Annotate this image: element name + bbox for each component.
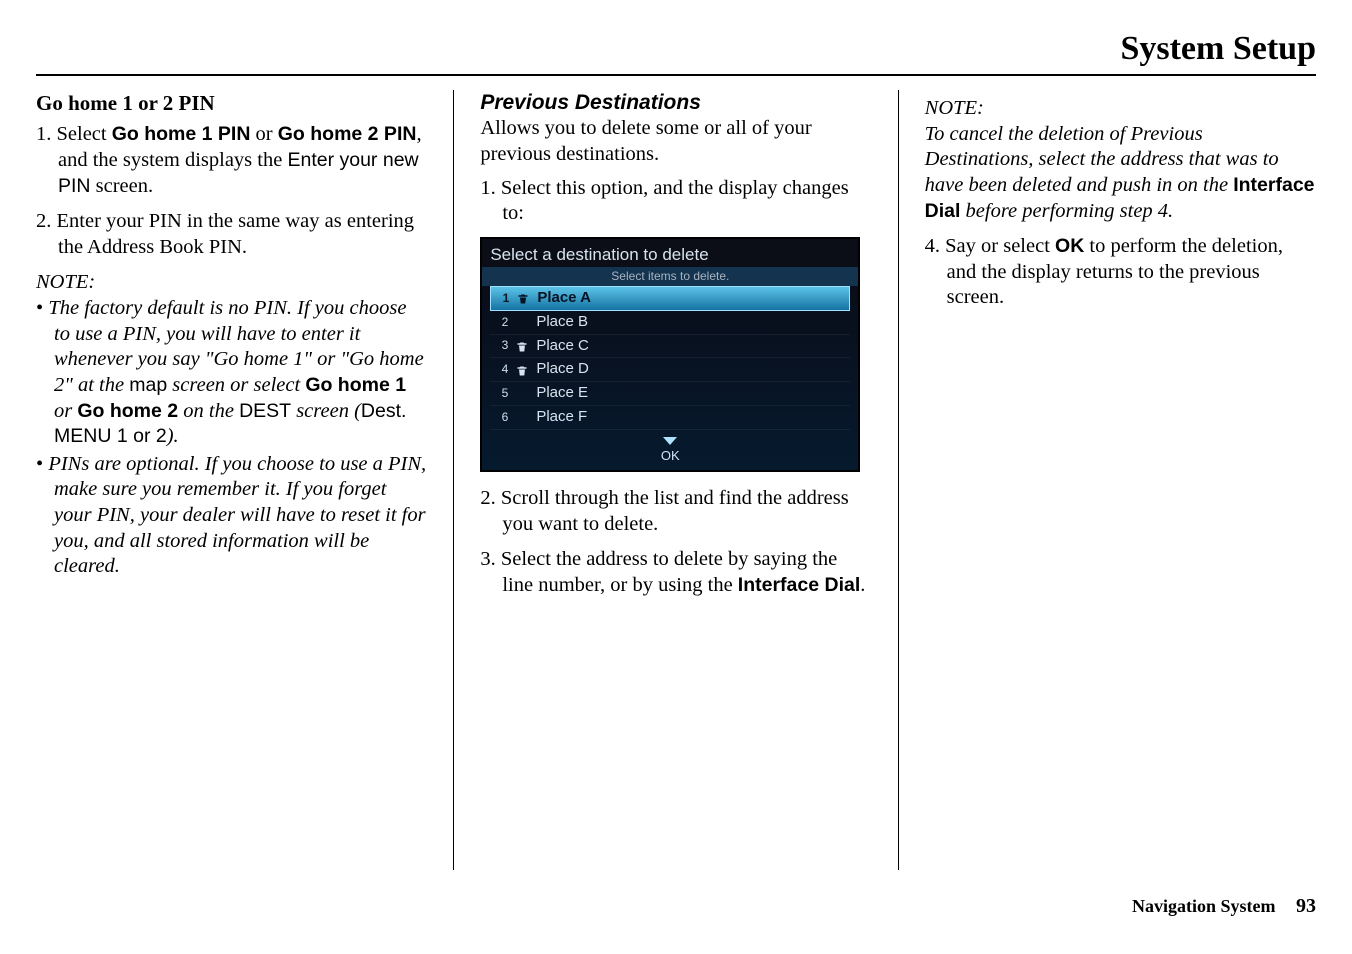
col3-steps: Say or select OK to perform the deletion… bbox=[925, 234, 1316, 311]
note-heading: NOTE: bbox=[925, 96, 1316, 122]
col1-step-1: Select Go home 1 PIN or Go home 2 PIN, a… bbox=[36, 122, 427, 199]
trash-icon bbox=[516, 387, 528, 399]
row-label: Place F bbox=[536, 408, 587, 427]
col1-steps: Select Go home 1 PIN or Go home 2 PIN, a… bbox=[36, 122, 427, 260]
bold: Go home 2 PIN bbox=[278, 123, 417, 145]
bold: Interface Dial bbox=[738, 574, 860, 596]
down-arrow-icon bbox=[663, 437, 677, 445]
column-separator bbox=[453, 90, 454, 870]
text: or bbox=[250, 123, 277, 145]
row-label: Place B bbox=[536, 313, 588, 332]
bold: OK bbox=[1055, 235, 1084, 257]
row-number: 5 bbox=[496, 386, 508, 401]
col1-heading: Go home 1 or 2 PIN bbox=[36, 90, 427, 116]
bold: Go home 1 bbox=[305, 374, 406, 396]
row-number: 3 bbox=[496, 338, 508, 353]
screen-subtitle: Select items to delete. bbox=[482, 267, 858, 286]
col2-heading: Previous Destinations bbox=[480, 90, 871, 116]
column-2: Previous Destinations Allows you to dele… bbox=[458, 90, 893, 870]
text: ). bbox=[167, 425, 179, 447]
trash-icon bbox=[516, 411, 528, 423]
screen-list: 1 Place A 2 Place B 3 Place C 4 Place D 5 Place E… bbox=[482, 286, 858, 430]
col2-step-1: Select this option, and the display chan… bbox=[480, 176, 871, 227]
col1-step-2: Enter your PIN in the same way as enteri… bbox=[36, 209, 427, 260]
trash-icon bbox=[516, 364, 528, 376]
row-number: 1 bbox=[497, 291, 509, 306]
text: screen ( bbox=[291, 400, 361, 422]
column-3: NOTE: To cancel the deletion of Previous… bbox=[903, 90, 1316, 870]
content-columns: Go home 1 or 2 PIN Select Go home 1 PIN … bbox=[36, 90, 1316, 870]
page-title: System Setup bbox=[36, 30, 1316, 76]
row-label: Place A bbox=[537, 289, 591, 308]
text: Say or select bbox=[945, 235, 1055, 257]
text: before performing step 4. bbox=[960, 200, 1173, 222]
column-separator bbox=[898, 90, 899, 870]
text: screen or select bbox=[167, 374, 305, 396]
screen-row: 3 Place C bbox=[490, 335, 850, 359]
col2-step-3: Select the address to delete by saying t… bbox=[480, 547, 871, 598]
col2-step-2: Scroll through the list and find the add… bbox=[480, 486, 871, 537]
trash-icon bbox=[516, 316, 528, 328]
col2-steps-bottom: Scroll through the list and find the add… bbox=[480, 486, 871, 599]
column-1: Go home 1 or 2 PIN Select Go home 1 PIN … bbox=[36, 90, 449, 870]
embedded-screen: Select a destination to delete Select it… bbox=[480, 237, 860, 472]
row-number: 2 bbox=[496, 315, 508, 330]
row-number: 6 bbox=[496, 410, 508, 425]
screen-footer: OK bbox=[482, 430, 858, 471]
page-number: 93 bbox=[1296, 895, 1316, 917]
text: or bbox=[54, 400, 77, 422]
text: To cancel the deletion of Previous Desti… bbox=[925, 123, 1279, 196]
screen-row: 6 Place F bbox=[490, 406, 850, 430]
note-item-1: The factory default is no PIN. If you ch… bbox=[36, 296, 427, 450]
text: on the bbox=[178, 400, 239, 422]
trash-icon bbox=[516, 340, 528, 352]
note-item-2: PINs are optional. If you choose to use … bbox=[36, 452, 427, 580]
screen-row: 5 Place E bbox=[490, 382, 850, 406]
page-footer: Navigation System 93 bbox=[1132, 895, 1316, 918]
ui-label: DEST bbox=[239, 400, 291, 422]
row-label: Place D bbox=[536, 360, 589, 379]
row-label: Place E bbox=[536, 384, 588, 403]
ok-label: OK bbox=[661, 448, 680, 463]
bold: Go home 2 bbox=[77, 400, 178, 422]
col1-notes: The factory default is no PIN. If you ch… bbox=[36, 296, 427, 580]
note-heading: NOTE: bbox=[36, 270, 427, 296]
screen-row: 4 Place D bbox=[490, 358, 850, 382]
col2-intro: Allows you to delete some or all of your… bbox=[480, 116, 871, 167]
col2-steps-top: Select this option, and the display chan… bbox=[480, 176, 871, 227]
screen-row: 1 Place A bbox=[490, 286, 850, 311]
col3-note: To cancel the deletion of Previous Desti… bbox=[925, 122, 1316, 225]
footer-label: Navigation System bbox=[1132, 896, 1276, 916]
screen-row: 2 Place B bbox=[490, 311, 850, 335]
text: . bbox=[860, 574, 865, 596]
col3-step-4: Say or select OK to perform the deletion… bbox=[925, 234, 1316, 311]
trash-icon bbox=[517, 292, 529, 304]
row-number: 4 bbox=[496, 362, 508, 377]
row-label: Place C bbox=[536, 337, 589, 356]
screen-title: Select a destination to delete bbox=[482, 239, 858, 267]
text: Select bbox=[57, 123, 112, 145]
ui-label: map bbox=[129, 374, 167, 396]
bold: Go home 1 PIN bbox=[112, 123, 251, 145]
text: screen. bbox=[91, 175, 154, 197]
